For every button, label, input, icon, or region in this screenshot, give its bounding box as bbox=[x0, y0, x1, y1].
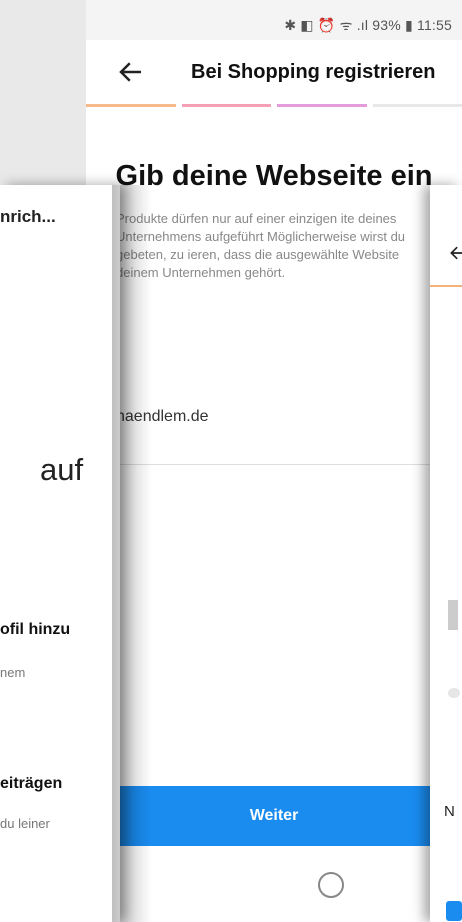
left-item-2-subtitle: du leiner bbox=[0, 816, 50, 831]
left-background-screen: nrich... auf ofil hinzu nem eiträgen du … bbox=[0, 185, 120, 922]
nav-home-icon[interactable] bbox=[318, 872, 344, 898]
left-item-2-title: eiträgen bbox=[0, 775, 63, 792]
page-title: Bei Shopping registrieren bbox=[191, 61, 436, 83]
progress-steps bbox=[86, 104, 462, 107]
status-text: ✱ ◧ ⏰ ᯤ .ıl 93% ▮ 11:55 bbox=[284, 17, 452, 33]
right-background-screen: N bbox=[430, 185, 462, 922]
right-button-fragment bbox=[446, 901, 462, 921]
progress-step-4 bbox=[372, 104, 462, 107]
status-bar: ✱ ◧ ⏰ ᯤ .ıl 93% ▮ 11:55 bbox=[86, 0, 462, 40]
arrow-left-icon[interactable] bbox=[116, 57, 146, 87]
left-title-text: nrich... bbox=[0, 207, 56, 226]
right-letter-text: N bbox=[444, 803, 455, 820]
screen-edge-shadow bbox=[112, 185, 152, 922]
left-item-1-title: ofil hinzu bbox=[0, 621, 71, 638]
left-item-1-subtitle: nem bbox=[0, 665, 26, 680]
description-text: Produkte dürfen nur auf einer einzigen i… bbox=[116, 211, 406, 280]
progress-step-3 bbox=[277, 104, 367, 107]
right-image-fragment bbox=[448, 600, 458, 630]
app-bar: Bei Shopping registrieren bbox=[86, 40, 462, 104]
progress-step-1 bbox=[86, 104, 176, 107]
progress-step-2 bbox=[181, 104, 271, 107]
input-underline bbox=[116, 464, 462, 465]
right-progress-line bbox=[430, 285, 462, 287]
right-logo-fragment bbox=[448, 688, 460, 698]
arrow-left-icon bbox=[450, 246, 462, 260]
left-large-text: auf bbox=[40, 452, 84, 487]
